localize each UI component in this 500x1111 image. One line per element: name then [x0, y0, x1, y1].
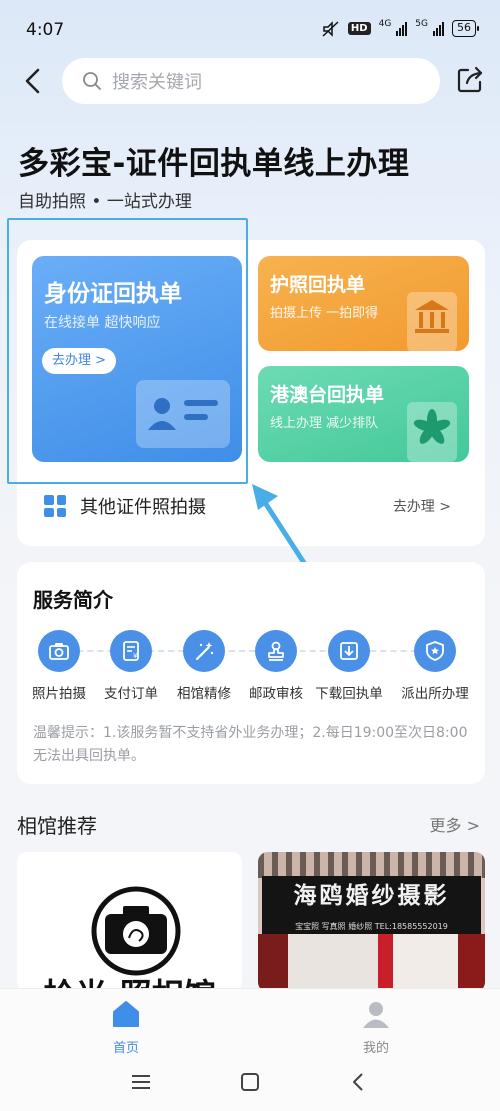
studio-card[interactable]: 海鸥婚纱摄影 宝宝照 写真照 婚纱照 TEL:18585552019	[258, 852, 485, 992]
magic-wand-icon	[183, 630, 225, 672]
camera-logo-icon	[91, 886, 181, 976]
step-police-station[interactable]: 派出所办理	[397, 630, 473, 702]
download-icon	[328, 630, 370, 672]
other-id-photo-label: 其他证件照拍摄	[80, 497, 206, 518]
step-label: 支付订单	[104, 686, 158, 702]
status-icons: HD 4G 5G 56	[322, 18, 479, 37]
building-icon	[415, 300, 449, 333]
service-intro-title: 服务简介	[33, 588, 113, 612]
step-label: 照片拍摄	[32, 686, 86, 702]
nav-mine-label: 我的	[362, 1041, 389, 1056]
step-label: 相馆精修	[177, 686, 231, 702]
camera-icon	[38, 630, 80, 672]
hk-macau-tw-subtitle: 线上办理 减少排队	[270, 416, 379, 431]
signal-icon	[396, 21, 408, 36]
bauhinia-icon	[413, 409, 451, 444]
hk-macau-tw-title: 港澳台回执单	[270, 384, 385, 406]
hk-macau-tw-illustration	[407, 402, 457, 462]
search-input[interactable]: 搜索关键词	[62, 58, 440, 104]
battery-icon: 56	[452, 20, 479, 37]
receipt-icon: ¥	[110, 630, 152, 672]
network-label-2: 5G	[415, 18, 428, 29]
studio-sign-small: 宝宝照 写真照 婚纱照 TEL:18585552019	[262, 920, 481, 934]
step-label: 下载回执单	[315, 686, 383, 702]
passport-illustration	[407, 292, 457, 351]
mute-icon	[322, 20, 339, 37]
step-label: 邮政审核	[249, 686, 303, 702]
studios-more-link[interactable]: 更多 >	[430, 812, 481, 836]
police-badge-icon	[414, 630, 456, 672]
step-payment[interactable]: ¥ 支付订单	[93, 630, 169, 702]
highlight-annotation-box	[7, 218, 248, 484]
service-intro-card: 服务简介 照片拍摄 ¥ 支付订单 相馆精修 邮政审核 下载回执单 派出所办理 温…	[17, 562, 485, 784]
system-back-icon	[353, 1073, 363, 1091]
hd-badge: HD	[347, 22, 371, 35]
studio-photo-windows	[258, 852, 485, 878]
svg-text:¥: ¥	[133, 652, 138, 660]
step-photo[interactable]: 照片拍摄	[21, 630, 97, 702]
page-title: 多彩宝-证件回执单线上办理	[18, 146, 410, 182]
grid-icon	[44, 495, 66, 517]
passport-subtitle: 拍摄上传 一拍即得	[270, 306, 379, 321]
stamp-icon	[255, 630, 297, 672]
search-placeholder: 搜索关键词	[112, 72, 202, 93]
user-icon	[363, 1002, 389, 1028]
status-bar: 4:07 HD 4G 5G 56	[0, 0, 500, 62]
back-arrow-icon	[25, 68, 40, 94]
step-postal-review[interactable]: 邮政审核	[238, 630, 314, 702]
passport-title: 护照回执单	[270, 274, 366, 296]
nav-home-label: 首页	[112, 1041, 139, 1056]
signal-icon-2	[433, 21, 444, 36]
back-button[interactable]	[18, 64, 48, 98]
studios-title: 相馆推荐	[17, 814, 97, 838]
page-subtitle: 自助拍照 • 一站式办理	[18, 192, 192, 212]
step-retouch[interactable]: 相馆精修	[166, 630, 242, 702]
network-label: 4G	[378, 18, 392, 29]
search-icon	[83, 72, 101, 90]
bottom-nav: 首页 我的	[0, 988, 500, 1111]
step-label: 派出所办理	[401, 686, 469, 702]
share-icon	[457, 66, 483, 93]
menu-icon	[132, 1075, 150, 1089]
home-icon	[113, 1001, 139, 1027]
studio-storefront	[258, 934, 485, 992]
other-id-photo-go[interactable]: 去办理 >	[393, 496, 451, 516]
nav-mine[interactable]: 我的	[350, 999, 402, 1056]
status-time: 4:07	[26, 20, 65, 40]
system-navigation-bar	[132, 1073, 363, 1091]
studio-sign: 海鸥婚纱摄影	[262, 876, 481, 920]
share-button[interactable]	[454, 64, 486, 96]
hk-macau-tw-receipt-card[interactable]: 港澳台回执单 线上办理 减少排队	[258, 366, 469, 462]
home-square-icon	[241, 1073, 259, 1091]
passport-receipt-card[interactable]: 护照回执单 拍摄上传 一拍即得	[258, 256, 469, 351]
nav-home[interactable]: 首页	[100, 999, 152, 1056]
service-tip: 温馨提示：1.该服务暂不支持省外业务办理；2.每日19:00至次日8:00无法出…	[33, 725, 468, 764]
studio-card[interactable]: 拾光·照相馆	[17, 852, 242, 992]
step-download[interactable]: 下载回执单	[311, 630, 387, 702]
